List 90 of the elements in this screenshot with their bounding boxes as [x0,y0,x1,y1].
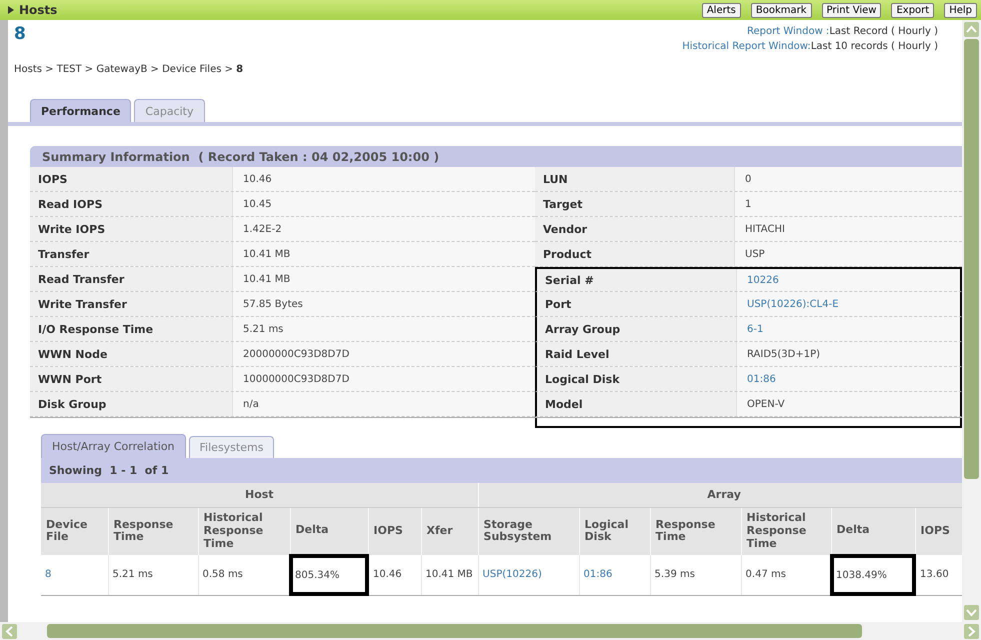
scroll-thumb[interactable] [964,39,979,479]
summary-label: Product [535,242,735,266]
table-cell: 5.21 ms [108,555,198,595]
summary-value: HITACHI [744,222,786,236]
toolbar-button[interactable]: Help [944,2,977,18]
column-header: Device File [41,507,108,555]
summary-title: Summary Information ( Record Taken : 04 02,2005 10:00 ) [30,146,962,167]
summary-value: 10.41 MB [242,272,292,286]
tab[interactable]: Performance [30,99,132,122]
summary-label: Transfer [30,242,233,266]
summary-link[interactable]: 01:86 [737,367,960,391]
scroll-left-icon[interactable] [2,624,17,638]
tab[interactable]: Filesystems [188,436,274,458]
tab[interactable]: Capacity [134,99,204,122]
summary-value: n/a [242,398,260,412]
horizontal-scrollbar[interactable] [0,622,981,640]
summary-label: WWN Port [30,367,233,391]
tab[interactable]: Host/Array Correlation [41,434,186,458]
table-cell: 10.46 [368,555,421,595]
summary-link[interactable]: 6-1 [737,317,960,341]
summary-label: Read IOPS [30,192,233,216]
showing-count: Showing 1 - 1 of 1 [49,464,169,477]
summary-value: 57.85 Bytes [242,298,304,312]
summary-label: Array Group [537,317,737,341]
column-header: Response Time [650,507,742,555]
column-header: Response Time [108,507,198,555]
column-header: Logical Disk [579,507,650,555]
column-header: Xfer [421,507,478,555]
table-cell: 0.47 ms [741,555,832,595]
summary-value: 1.42E-2 [242,222,283,236]
summary-label: LUN [535,167,735,191]
table-link[interactable]: 8 [41,555,108,595]
summary-label: Raid Level [537,342,737,366]
summary-label: Serial # [537,269,737,291]
summary-value: 10000000C93D8D7D [242,372,350,386]
summary-value: 20000000C93D8D7D [242,348,350,362]
column-header: IOPS [368,507,421,555]
group-header: Array [478,483,962,507]
summary-link[interactable]: 10226 [737,269,960,291]
column-header: IOPS [915,507,962,555]
scroll-right-icon[interactable] [964,624,979,638]
summary-label: Vendor [535,217,735,241]
summary-value: 1 [744,198,752,212]
section-title-text: Hosts [19,3,58,17]
column-header: Delta [831,507,916,555]
table-cell: 10.41 MB [421,555,478,595]
toolbar-button[interactable]: Export [891,2,934,18]
summary-value: OPEN-V [746,398,786,412]
summary-value: 10.41 MB [242,248,292,262]
summary-label: Write IOPS [30,217,233,241]
summary-label: Disk Group [30,392,233,416]
summary-value: USP [744,248,766,262]
summary-label: I/O Response Time [30,317,233,341]
summary-label: Port [537,292,737,316]
summary-label: Model [537,392,737,416]
vertical-scrollbar[interactable] [962,20,981,622]
table-cell: 1038.49% [831,555,916,595]
table-link[interactable]: USP(10226) [478,555,580,595]
summary-label: Write Transfer [30,292,233,316]
summary-value: 10.46 [242,172,273,186]
group-header: Host [41,483,478,507]
summary-value: RAID5(3D+1P) [746,348,822,362]
report-window-info: Report Window :Last Record ( Hourly ) [747,26,938,37]
summary-label: Logical Disk [537,367,737,391]
toolbar-button[interactable]: Print View [822,2,882,18]
summary-label: WWN Node [30,342,233,366]
table-link[interactable]: 01:86 [579,555,650,595]
triangle-icon [8,6,14,14]
report-window-info: Historical Report Window:Last 10 records ( Hourly ) [682,41,938,52]
column-header: Historical Response Time [198,507,290,555]
scroll-up-icon[interactable] [964,22,979,37]
table-cell: 0.58 ms [198,555,290,595]
summary-value: 0 [744,172,752,186]
summary-label: IOPS [30,167,233,191]
column-header: Historical Response Time [741,507,832,555]
summary-link[interactable]: USP(10226):CL4-E [737,292,960,316]
page-heading: 8 [14,24,26,46]
toolbar-button[interactable]: Bookmark [750,2,812,18]
table-cell: 805.34% [290,555,368,595]
table-cell: 5.39 ms [650,555,742,595]
summary-value: 5.21 ms [242,322,284,336]
column-header: Storage Subsystem [478,507,580,555]
toolbar-button[interactable]: Alerts [702,2,741,18]
scroll-down-icon[interactable] [964,605,979,620]
breadcrumb: Hosts > TEST > GatewayB > Device Files > 8 [13,63,244,75]
summary-label: Target [535,192,735,216]
column-header: Delta [290,507,368,555]
summary-value: 10.45 [242,198,273,212]
summary-label: Read Transfer [30,267,233,291]
scroll-thumb[interactable] [47,624,862,638]
